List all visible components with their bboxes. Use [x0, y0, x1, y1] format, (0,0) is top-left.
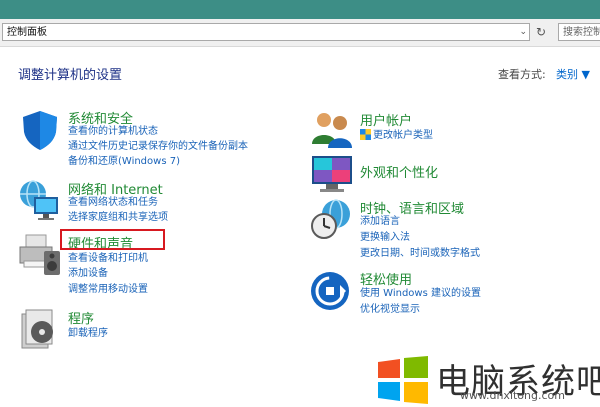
category-title[interactable]: 用户帐户	[360, 110, 412, 129]
watermark-site: www.dnxitong.com	[460, 389, 565, 402]
shield-icon[interactable]	[18, 108, 62, 152]
category-link[interactable]: 调整常用移动设置	[68, 283, 148, 296]
clock-globe-icon[interactable]	[310, 198, 354, 242]
printer-icon[interactable]	[18, 233, 62, 277]
category-title[interactable]: 程序	[68, 308, 94, 327]
view-by-dropdown[interactable]: 类别 ▼	[556, 66, 590, 82]
address-path[interactable]: 控制面板	[7, 25, 47, 40]
refresh-icon[interactable]: ↻	[532, 23, 550, 41]
users-icon[interactable]	[310, 108, 354, 152]
programs-disc-icon[interactable]	[18, 308, 62, 352]
category-link[interactable]: 通过文件历史记录保存你的文件备份副本	[68, 140, 248, 153]
address-toolbar: 控制面板 ⌄ ↻ 搜索控制	[0, 19, 600, 47]
category-link[interactable]: 查看你的计算机状态	[68, 125, 158, 138]
search-input[interactable]: 搜索控制	[558, 23, 600, 41]
category-link[interactable]: 更改帐户类型	[373, 129, 433, 142]
monitor-palette-icon[interactable]	[310, 152, 354, 196]
address-bar[interactable]: 控制面板 ⌄	[2, 23, 530, 41]
category-title[interactable]: 轻松使用	[360, 269, 412, 288]
search-placeholder: 搜索控制	[563, 27, 600, 38]
category-link[interactable]: 更换输入法	[360, 231, 410, 244]
category-link[interactable]: 查看设备和打印机	[68, 252, 148, 265]
category-link[interactable]: 添加设备	[68, 267, 108, 280]
ease-of-access-icon[interactable]	[310, 269, 354, 313]
category-link[interactable]: 查看网络状态和任务	[68, 196, 158, 209]
windows-logo-icon	[378, 356, 428, 404]
chevron-down-icon[interactable]: ⌄	[519, 25, 527, 40]
category-link[interactable]: 卸载程序	[68, 327, 108, 340]
category-link[interactable]: 更改日期、时间或数字格式	[360, 247, 480, 260]
view-by-label: 查看方式:	[498, 68, 546, 81]
page-title: 调整计算机的设置	[18, 68, 123, 83]
uac-shield-icon	[360, 129, 371, 140]
category-link[interactable]: 使用 Windows 建议的设置	[360, 287, 481, 300]
category-title[interactable]: 外观和个性化	[360, 162, 438, 181]
category-link[interactable]: 添加语言	[360, 215, 400, 228]
window-title-bar	[0, 0, 600, 19]
highlight-box	[60, 229, 165, 250]
network-globe-icon[interactable]	[18, 179, 62, 223]
category-link[interactable]: 选择家庭组和共享选项	[68, 211, 168, 224]
category-link[interactable]: 备份和还原(Windows 7)	[68, 155, 180, 168]
category-link[interactable]: 优化视觉显示	[360, 303, 420, 316]
